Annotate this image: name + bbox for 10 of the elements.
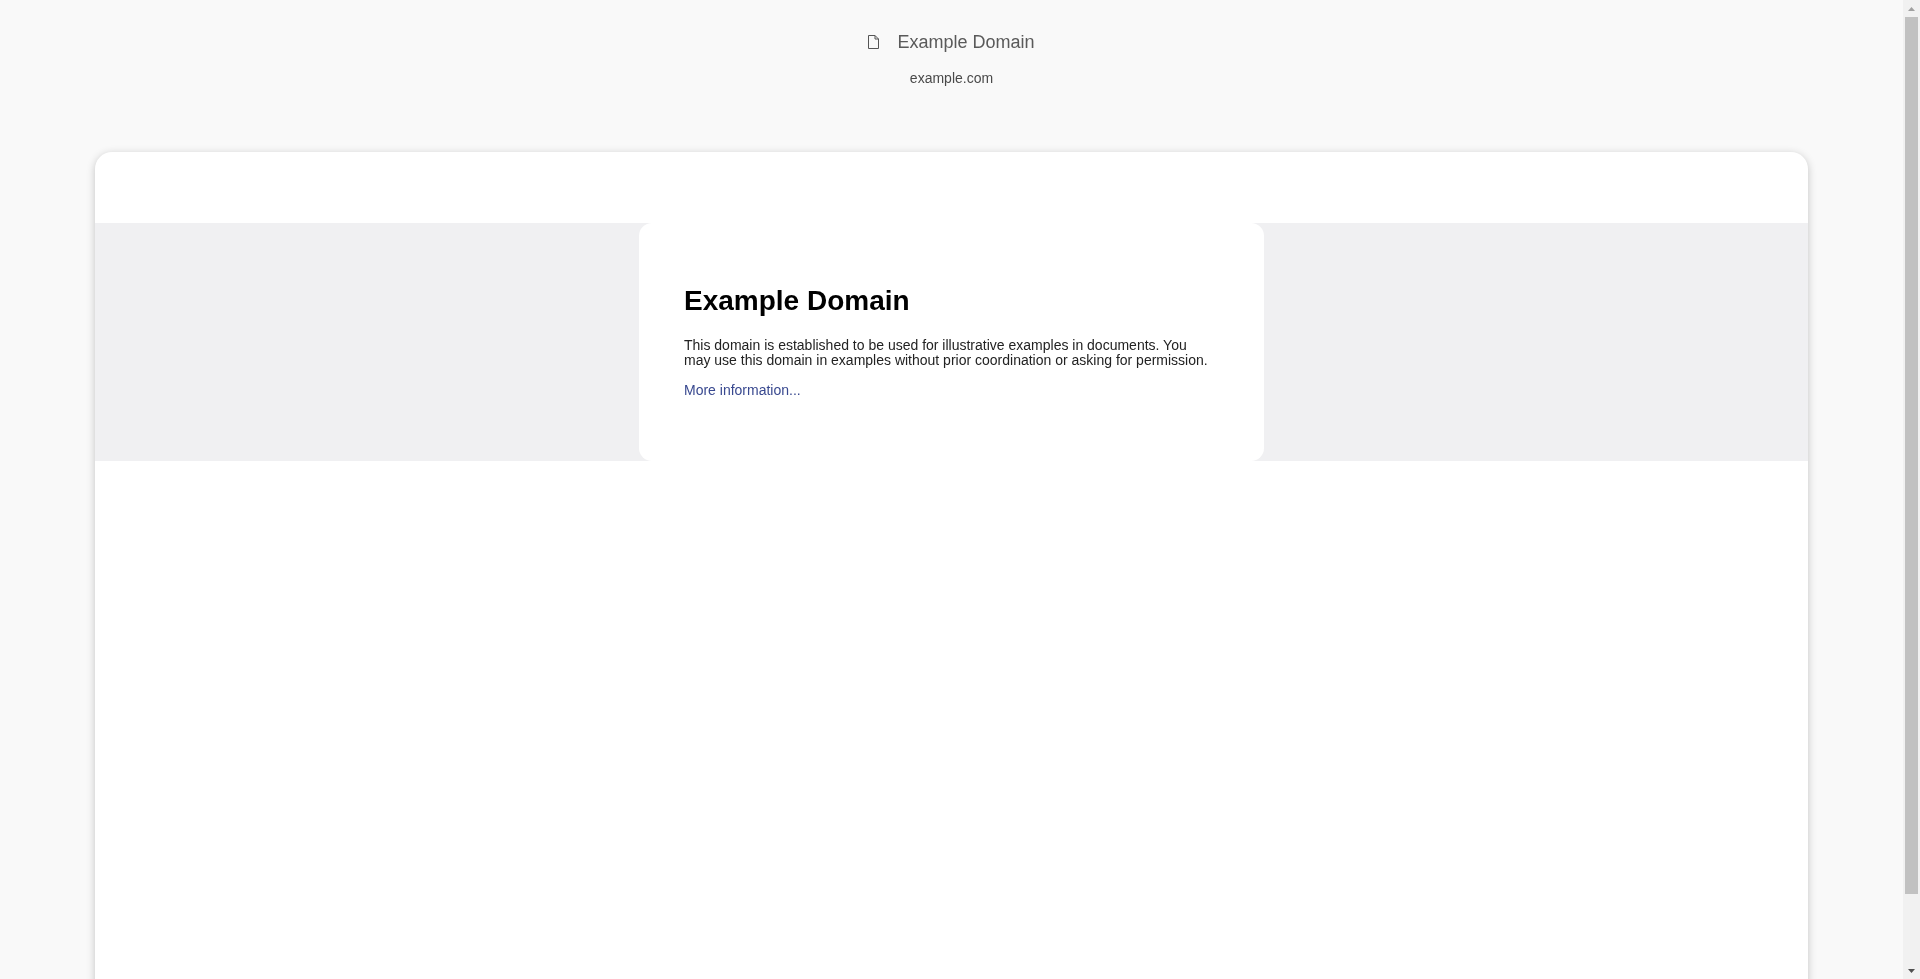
page-heading: Example Domain <box>684 285 910 317</box>
page-url: example.com <box>909 69 994 87</box>
page-title: Example Domain <box>897 31 1035 54</box>
scrollbar-track[interactable] <box>1903 0 1920 979</box>
scrollbar-thumb[interactable] <box>1905 17 1918 894</box>
more-information-link[interactable]: More information... <box>684 382 801 398</box>
scroll-down-arrow-icon[interactable] <box>1908 968 1915 973</box>
document-icon <box>868 35 880 49</box>
description-text: This domain is established to be used for illustrative examples in documents. You may use this domain in examples without prior coordination or asking for permission. <box>684 338 1209 368</box>
scroll-up-arrow-icon[interactable] <box>1908 6 1915 11</box>
